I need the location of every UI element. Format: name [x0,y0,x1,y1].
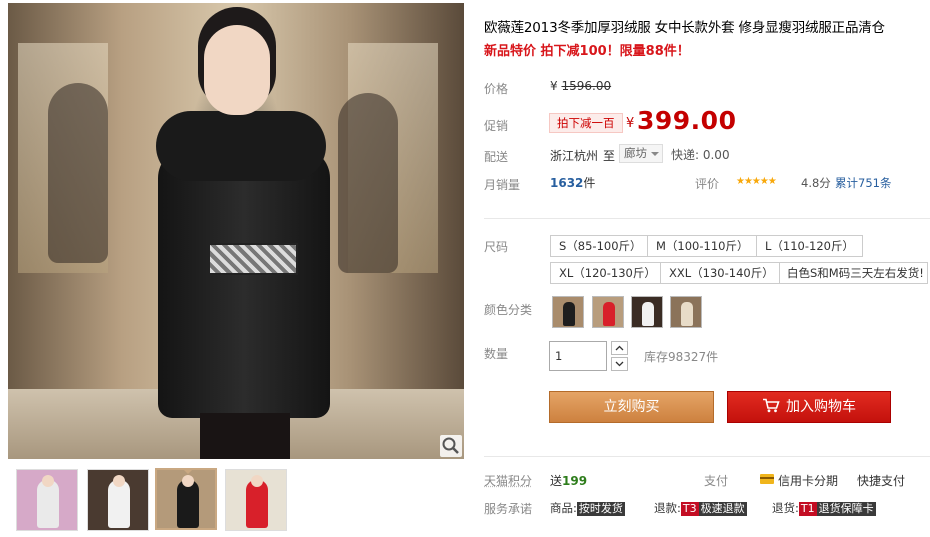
color-swatch-beige-coat[interactable] [670,296,702,328]
thumbnail-face [42,475,54,487]
thumbnail-face [251,475,263,487]
divider [484,456,930,457]
cart-icon [763,398,780,413]
thumbnail-white-coat[interactable] [87,469,149,531]
model-belt [208,243,298,275]
promise-shipping[interactable]: 商品: 按时发货 [550,500,625,516]
rating-stars-icon: ★★★★★ [736,176,777,187]
promotion-tag: 拍下减一百 [549,113,623,133]
thumbnail-coat [246,480,268,528]
rating-score: 4.8分 [801,176,831,190]
promotion-label: 促销 [484,119,509,133]
color-swatch-white-coat[interactable] [631,296,663,328]
promise-refund[interactable]: 退款: T3 极速退款 [654,500,747,516]
size-option-s[interactable]: S（85-100斤） [550,235,651,257]
color-swatch-red-coat[interactable] [592,296,624,328]
price-label: 价格 [484,82,509,96]
size-option-l[interactable]: L（110-120斤） [756,235,863,257]
thumbnail-coat [177,480,199,528]
color-label: 颜色分类 [484,303,533,317]
add-to-cart-label: 加入购物车 [786,399,856,415]
quantity-input[interactable]: 1 [549,341,607,371]
ship-from: 浙江杭州 [550,149,599,163]
quantity-increase-button[interactable] [611,341,628,355]
chevron-down-icon [651,152,659,160]
service-promise-label: 服务承诺 [484,502,533,516]
promise-return[interactable]: 退货: T1 退货保障卡 [772,500,876,516]
credit-installment-link[interactable]: 信用卡分期 [778,472,838,489]
credit-card-icon [760,474,774,484]
points-label[interactable]: 天猫积分 [484,472,532,489]
review-count-link[interactable]: 累计751条 [835,175,891,191]
stock-count: 库存98327件 [644,350,719,364]
quantity-decrease-button[interactable] [611,357,628,371]
thumbnail-red-coat[interactable] [225,469,287,531]
size-option-xxl[interactable]: XXL（130-140斤） [660,262,783,284]
quantity-label: 数量 [484,347,509,361]
thumbnail-strip [8,467,464,533]
promotion-price: 399.00 [637,106,737,135]
thumbnail-black-coat[interactable] [155,468,217,530]
chevron-down-icon [615,361,624,367]
swatch-coat [642,302,654,326]
size-option-m[interactable]: M（100-110斤） [647,235,758,257]
swatch-coat [681,302,693,326]
payment-label: 支付 [704,474,729,488]
thumbnail-coat [108,480,130,528]
points-value: 送199 [550,474,588,488]
main-product-image[interactable] [8,3,464,459]
ship-to-text: 至 [603,149,616,163]
swatch-coat [603,302,615,326]
monthly-sales-label: 月销量 [484,178,521,192]
quick-pay-link[interactable]: 快捷支付 [857,472,905,489]
thumbnail-white-fur-collar[interactable] [16,469,78,531]
rating-label: 评价 [695,177,720,191]
swatch-coat [563,302,575,326]
fur-collar [156,111,326,181]
thumbnail-face [182,475,194,487]
model-coat [158,148,330,418]
size-label: 尺码 [484,240,509,254]
add-to-cart-button[interactable]: 加入购物车 [727,391,891,423]
product-title: 欧薇莲2013冬季加厚羽绒服 女中长款外套 修身显瘦羽绒服正品清仓 [484,20,885,36]
chevron-up-icon [615,345,624,351]
color-swatch-black-coat[interactable] [552,296,584,328]
magnifier-icon[interactable] [440,435,462,457]
background-mannequin [48,83,108,263]
model-head [204,25,270,115]
original-price: ¥ 1596.00 [550,79,612,93]
buy-now-button[interactable]: 立刻购买 [549,391,714,423]
shipping-fee: 快递: 0.00 [671,148,730,162]
shipping-label: 配送 [484,150,509,164]
promotion-currency: ¥ [626,116,635,131]
monthly-sales: 1632件 [550,176,596,190]
size-option-notice[interactable]: 白色S和M码三天左右发货! [779,262,928,284]
thumbnail-face [113,475,125,487]
size-option-xl[interactable]: XL（120-130斤） [550,262,665,284]
destination-city-select[interactable]: 廊坊 [619,144,663,163]
model-legs [200,413,290,459]
thumbnail-coat [37,480,59,528]
promo-headline: 新品特价 拍下减100！限量88件！ [484,44,690,59]
divider [484,218,930,219]
background-mannequin [338,93,398,273]
destination-city: 廊坊 [624,146,647,160]
